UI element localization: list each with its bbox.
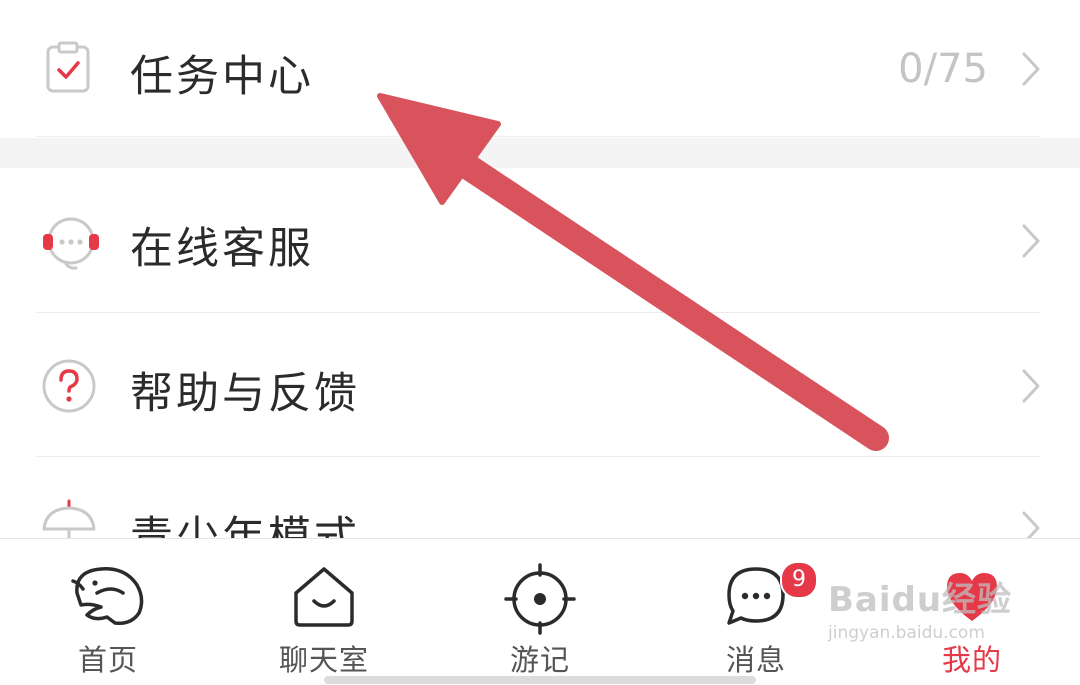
- menu-item-teen-mode[interactable]: 青少年模式: [0, 457, 1080, 538]
- tab-mine-label: 我的: [941, 643, 1002, 677]
- section-gap: [0, 138, 1080, 168]
- help-feedback-label: 帮助与反馈: [130, 369, 360, 419]
- chevron-right-icon: [1020, 509, 1042, 538]
- dolphin-icon: [67, 563, 149, 633]
- watermark-url-text: jingyan.baidu.com: [828, 623, 985, 643]
- headset-icon: [40, 212, 102, 278]
- divider: [36, 136, 1040, 137]
- customer-service-label: 在线客服: [130, 224, 314, 274]
- house-smile-icon: [288, 563, 360, 633]
- tab-chatroom-label: 聊天室: [278, 643, 369, 677]
- task-center-label: 任务中心: [130, 52, 314, 102]
- question-circle-icon: [40, 357, 98, 419]
- teen-mode-label: 青少年模式: [130, 513, 360, 538]
- watermark-main-text: Baidu经验: [828, 580, 1013, 620]
- tab-chatroom[interactable]: 聊天室: [216, 539, 432, 685]
- chevron-right-icon: [1020, 50, 1042, 92]
- chevron-right-icon: [1020, 222, 1042, 264]
- task-progress-count: 0/75: [898, 46, 988, 92]
- tab-travelogue-label: 游记: [509, 643, 570, 677]
- tab-travelogue[interactable]: 游记: [432, 539, 648, 685]
- umbrella-icon: [40, 499, 98, 538]
- tab-messages-label: 消息: [725, 643, 786, 677]
- menu-item-help-feedback[interactable]: 帮助与反馈: [0, 313, 1080, 456]
- crosshair-icon: [504, 563, 576, 639]
- tab-home-label: 首页: [77, 643, 138, 677]
- clipboard-check-icon: [40, 40, 96, 100]
- baidu-jingyan-watermark: Baidu经验 jingyan.baidu.com: [828, 572, 1012, 643]
- chevron-right-icon: [1020, 367, 1042, 409]
- menu-item-task-center[interactable]: 任务中心 0/75: [0, 0, 1080, 138]
- tab-home[interactable]: 首页: [0, 539, 216, 685]
- menu-item-customer-service[interactable]: 在线客服: [0, 168, 1080, 312]
- home-indicator[interactable]: [324, 676, 756, 684]
- unread-badge: 9: [780, 561, 818, 599]
